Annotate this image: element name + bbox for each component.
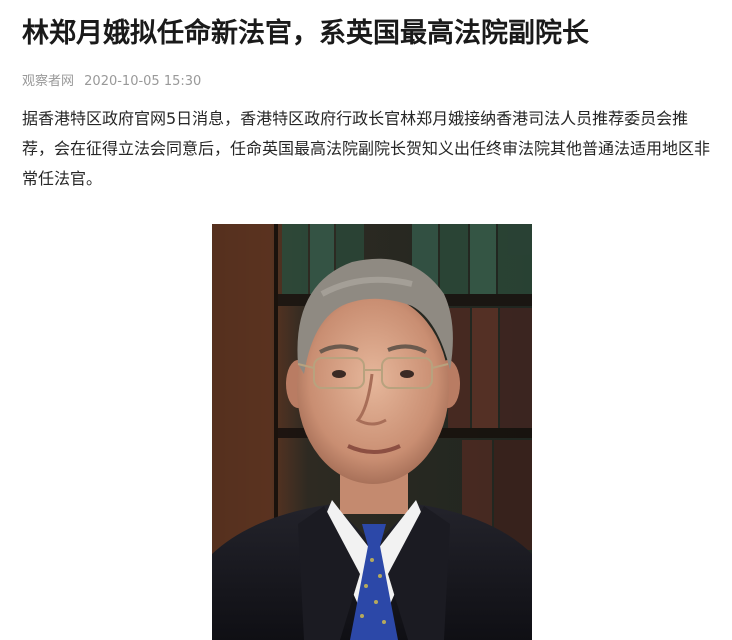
portrait-illustration (212, 224, 532, 640)
article-source: 观察者网 (22, 74, 75, 89)
article-paragraph: 据香港特区政府官网5日消息，香港特区政府行政长官林郑月娥接纳香港司法人员推荐委员… (22, 109, 711, 188)
article-meta: 观察者网 2020-10-05 15:30 (22, 70, 201, 89)
article-datetime: 2020-10-05 15:30 (84, 74, 202, 89)
article-title: 林郑月娥拟任命新法官，系英国最高法院副院长 (22, 18, 589, 49)
article-photo (212, 224, 532, 640)
